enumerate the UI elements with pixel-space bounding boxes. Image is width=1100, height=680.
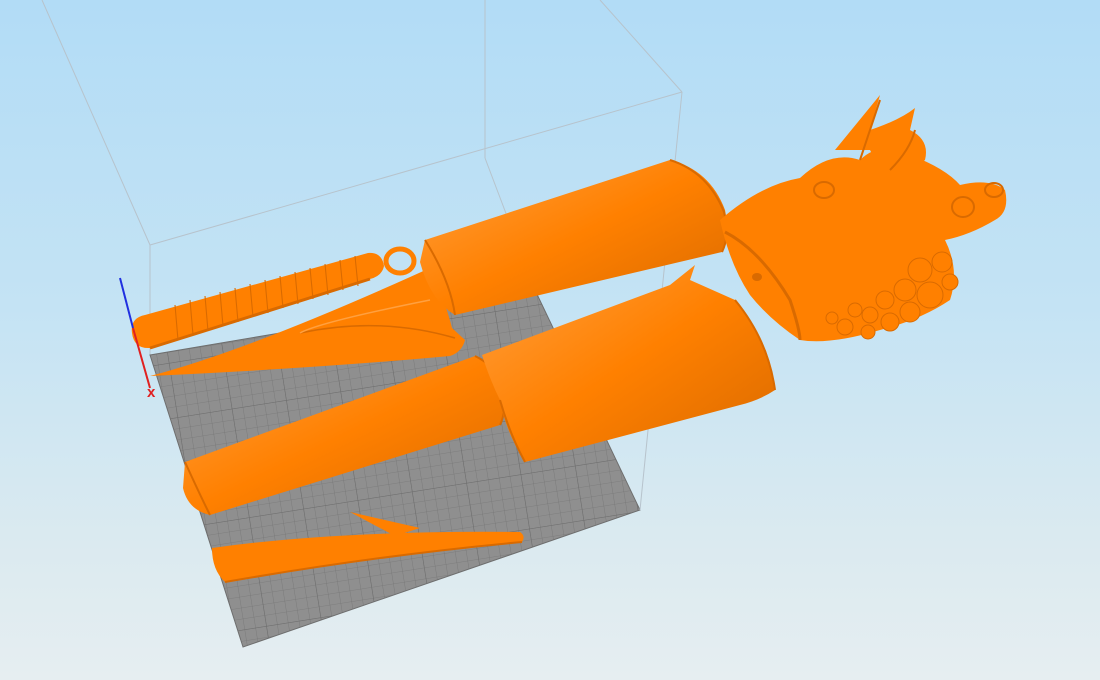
x-axis-label: x xyxy=(147,384,156,401)
z-axis-line xyxy=(119,277,134,329)
model-part-creature-head[interactable] xyxy=(720,95,1007,342)
3d-viewport[interactable]: x xyxy=(0,0,1100,680)
scene-canvas[interactable]: x xyxy=(0,0,1100,680)
